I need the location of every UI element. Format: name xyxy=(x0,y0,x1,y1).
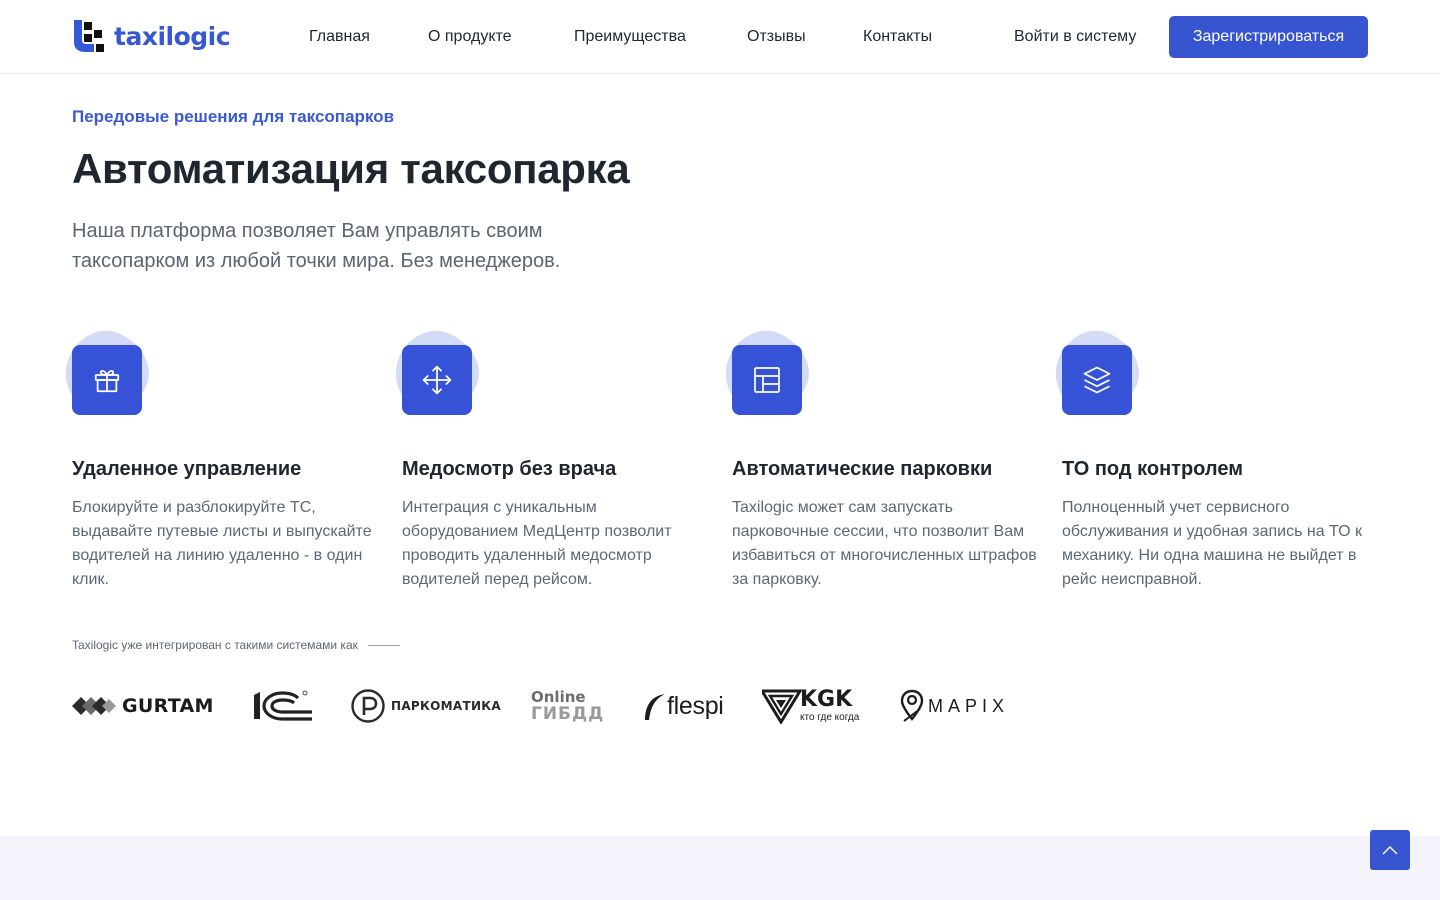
parkomatika-logo: ПАРКОМАТИКА xyxy=(351,684,501,728)
layout-icon xyxy=(732,345,802,415)
1c-logo: 1C xyxy=(252,684,314,728)
kgk-subtext: кто где когда xyxy=(800,711,860,723)
feature-text: Интеграция с уникальным оборудованием Ме… xyxy=(402,499,672,588)
taxilogic-logo[interactable]: taxilogic xyxy=(74,20,231,54)
nav-reviews[interactable]: Отзывы xyxy=(747,27,806,47)
feature-title: Медосмотр без врача xyxy=(402,458,617,480)
gurtam-text: GURTAM xyxy=(122,695,214,717)
flespi-text: flespi xyxy=(667,691,724,720)
gift-icon xyxy=(72,345,142,415)
kgk-logo: KGK кто где когда xyxy=(762,684,859,728)
hero-eyebrow: Передовые решения для таксопарков xyxy=(72,107,395,126)
parkomatika-text: ПАРКОМАТИКА xyxy=(391,699,501,713)
flespi-logo: flespi xyxy=(641,684,724,728)
online-text: Online xyxy=(531,687,586,706)
feature-text: Taxilogic может сам запускать парковочны… xyxy=(732,499,1037,588)
hero-subtitle: Наша платформа позволяет Вам управлять с… xyxy=(72,220,561,272)
kgk-text: KGK xyxy=(800,686,853,712)
online-gibdd-logo: Online ГИБДД xyxy=(531,684,604,728)
register-button[interactable]: Зарегистрироваться xyxy=(1169,16,1368,58)
feature-title: Удаленное управление xyxy=(72,458,302,480)
move-arrows-icon xyxy=(402,345,472,415)
flespi-mark-icon xyxy=(645,694,665,720)
gibdd-text: ГИБДД xyxy=(531,703,605,724)
integrations-text: Taxilogic уже интегрирован с такими сист… xyxy=(72,638,358,652)
mapix-pin-icon xyxy=(900,689,924,722)
feature-title: Автоматические парковки xyxy=(732,458,993,480)
feature-remote-control: Удаленное управление Блокируйте и разбло… xyxy=(52,318,382,588)
divider-line xyxy=(367,644,400,646)
gurtam-mark-icon xyxy=(72,697,116,715)
parking-p-icon xyxy=(351,689,385,723)
integrations-label: Taxilogic уже интегрирован с такими сист… xyxy=(72,637,400,653)
site-header: taxilogic Главная О продукте Преимуществ… xyxy=(0,0,1440,74)
mapix-text: MAPIX xyxy=(928,695,1010,716)
logo-text: taxilogic xyxy=(114,22,231,51)
layers-icon xyxy=(1062,345,1132,415)
feature-medical-check: Медосмотр без врача Интеграция с уникаль… xyxy=(382,318,712,588)
mapix-logo: MAPIX xyxy=(900,684,1009,728)
feature-text: Блокируйте и разблокируйте ТС, выдавайте… xyxy=(72,499,372,588)
nav-home[interactable]: Главная xyxy=(309,27,370,47)
feature-auto-parking: Автоматические парковки Taxilogic может … xyxy=(712,318,1042,588)
kgk-mark-icon xyxy=(762,689,802,724)
feature-maintenance: ТО под контролем Полноценный учет сервис… xyxy=(1042,318,1372,588)
nav-about-product[interactable]: О продукте xyxy=(428,27,512,47)
nav-contacts[interactable]: Контакты xyxy=(863,27,932,47)
feature-title: ТО под контролем xyxy=(1062,458,1243,480)
scroll-to-top-button[interactable] xyxy=(1370,830,1410,870)
logo-mark-icon xyxy=(74,20,104,52)
gurtam-logo: GURTAM xyxy=(72,684,214,728)
1c-mark-icon xyxy=(254,690,312,721)
chevron-up-icon xyxy=(1382,846,1398,855)
nav-advantages[interactable]: Преимущества xyxy=(574,27,686,47)
next-section-band xyxy=(0,836,1440,900)
login-link[interactable]: Войти в систему xyxy=(1014,27,1136,47)
hero-title: Автоматизация таксопарка xyxy=(72,145,630,192)
feature-text: Полноценный учет сервисного обслуживания… xyxy=(1062,499,1362,588)
